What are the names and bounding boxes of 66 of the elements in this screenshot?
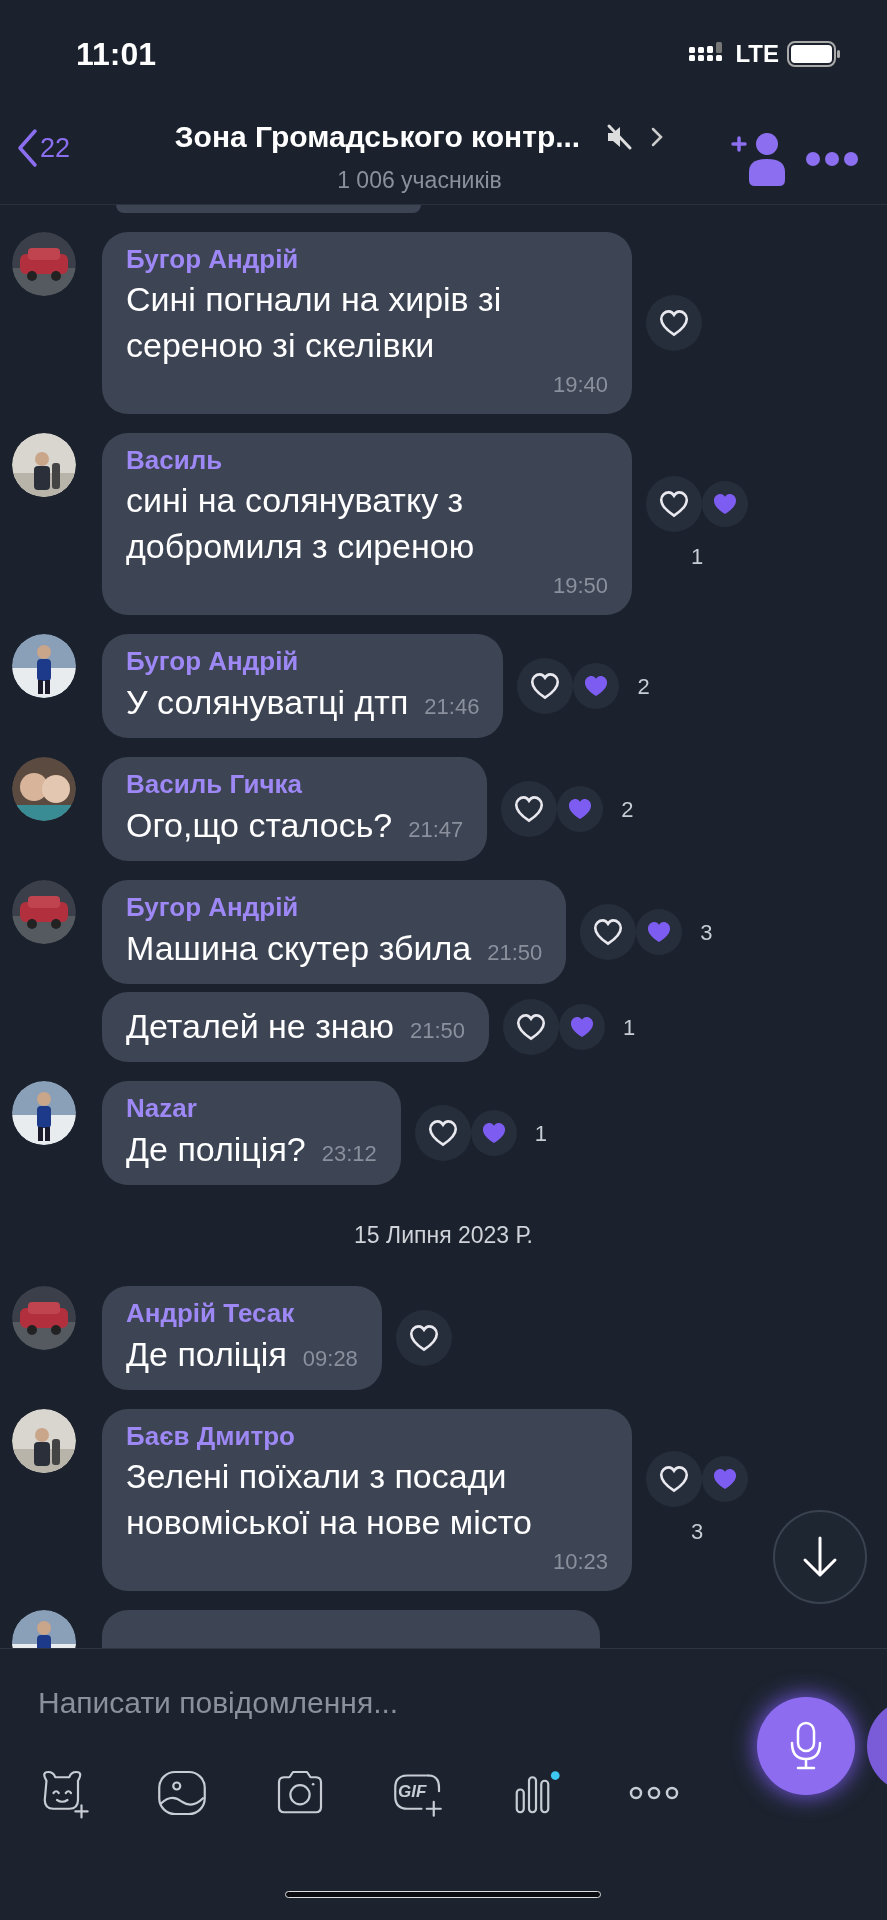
message-text: Де поліція [126,1333,287,1375]
heart-icon [569,1015,596,1039]
message-time: 21:46 [424,693,480,721]
message-time: 09:28 [302,1344,358,1373]
date-separator: 15 Липня 2023 Р. [354,1221,533,1250]
chat-title[interactable]: Зона Громадського контр... [174,114,581,159]
gif-button[interactable]: GIF [386,1761,450,1825]
message-text: У солянуватці дтп [126,682,409,723]
reaction-count: 1 [690,542,704,571]
message-time: 21:50 [410,1017,466,1045]
message-time: 21:47 [408,816,464,844]
heart-icon [659,309,689,337]
heart-icon [712,1467,738,1491]
network-label: LTE [735,39,779,69]
sender-name: Nazar [126,1092,198,1125]
sender-name: Бугор Андрій [126,891,300,924]
message-text: Машина скутер збила [126,928,472,969]
reaction-count: 3 [690,1518,704,1546]
message-time: 21:50 [487,939,543,967]
sender-name: Бугор Андрій [126,645,300,678]
battery-icon [787,41,841,67]
chevron-right-icon [650,125,665,148]
message-text: Ого,що сталось? [126,805,393,846]
heart-icon [659,1465,689,1493]
message-input[interactable]: Написати повідомлення... [38,1677,718,1729]
message-time: 19:50 [552,572,608,600]
microphone-icon [789,1721,823,1771]
sender-name: Василь Гичка [126,768,304,801]
message-text: Зелені поїхали з посади новоміської на нове місто [126,1455,533,1543]
heart-icon [593,918,624,946]
heart-icon [530,672,561,700]
heart-icon [712,491,738,516]
sender-name: Баєв Дмитро [126,1419,296,1453]
reaction-count: 2 [621,795,634,824]
back-button[interactable]: 22 [16,128,108,169]
reaction-count: 3 [700,918,713,947]
message-time: 10:23 [552,1547,608,1576]
heart-icon [427,1119,458,1147]
heart-icon [514,795,545,823]
more-icon[interactable] [805,151,859,167]
message-text: Сині погнали на хирів зі сереною зі скелівки [126,279,503,366]
sender-name: Бугор Андрій [126,243,300,276]
add-member-icon[interactable] [731,130,787,188]
member-count: 1 006 учасників [337,166,502,195]
reaction-count: 2 [637,672,650,701]
more-icon [629,1786,679,1800]
microphone-button[interactable] [757,1697,855,1795]
sender-name: Василь [126,444,224,477]
chevron-left-icon [16,128,38,169]
message-text: сині на солянуватку з добромиля з сиреною [126,480,476,567]
message-time: 19:40 [552,371,608,399]
clock-time: 11:01 [76,35,157,74]
heart-icon [646,920,673,944]
message-time: 23:12 [321,1140,377,1168]
heart-icon [659,489,689,518]
reaction-count: 1 [534,1119,547,1148]
heart-icon [567,797,594,821]
heart-icon [480,1121,507,1145]
heart-icon [408,1323,439,1352]
heart-icon [583,674,610,698]
message-text: Де поліція? [126,1129,306,1170]
message-text: Деталей не знаю [126,1006,394,1047]
sender-name: Андрій Тесак [126,1296,296,1330]
arrow-down-icon [801,1536,839,1578]
heart-icon [516,1013,547,1041]
reaction-count: 1 [623,1013,636,1042]
